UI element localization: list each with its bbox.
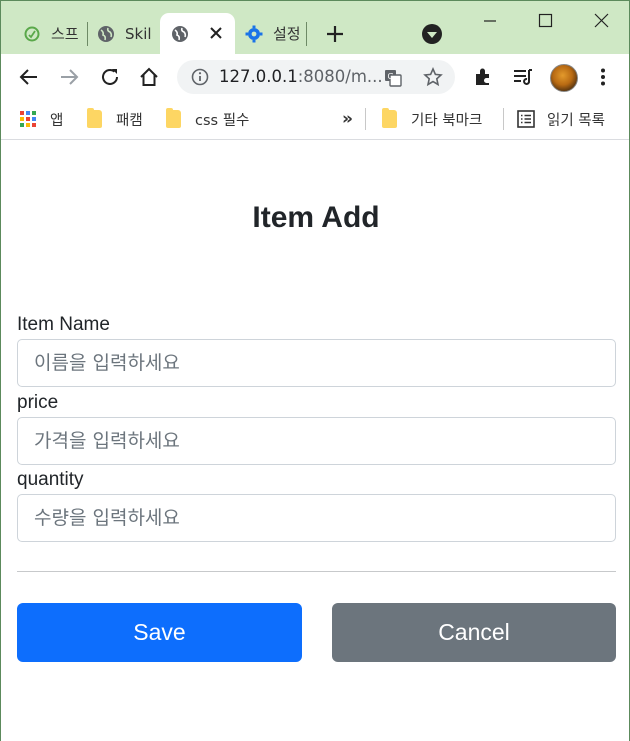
bookmark-folder-fastcampus[interactable]: 패캠 (87, 108, 143, 130)
globe-icon (171, 25, 189, 43)
address-bar[interactable]: 127.0.0.1:8080/m... G (177, 60, 455, 94)
bookmark-label: 기타 북마크 (411, 112, 483, 129)
quantity-label: quantity (17, 469, 84, 490)
url-host: 127.0.0.1 (219, 67, 298, 86)
tab-title: 스프 (51, 25, 79, 43)
page-content: Item Add Item Name price quantity Save C… (1, 141, 629, 741)
site-info-icon[interactable] (191, 68, 209, 86)
tab-divider (306, 22, 307, 46)
new-tab-icon[interactable] (323, 22, 347, 46)
bookmarks-bar: 앱 패캠 css 필수 » 기타 북마크 읽기 목록 (1, 100, 629, 140)
spring-leaf-icon (23, 25, 41, 43)
tab-title: Skil (125, 24, 152, 43)
bookmark-label: 패캠 (116, 112, 143, 129)
bookmark-folder-other[interactable]: 기타 북마크 (382, 108, 482, 130)
bookmark-label: css 필수 (195, 112, 250, 129)
bookmark-label: 읽기 목록 (547, 112, 605, 129)
tab-title: 설정 (273, 25, 301, 43)
url-rest: :8080/m... (297, 67, 383, 86)
folder-icon (382, 108, 397, 128)
page-title: Item Add (252, 201, 380, 234)
globe-icon (97, 25, 115, 43)
browser-window: 스프 Skil 설정 127.0.0.1:8080/m... G 앱 패캠 cs… (0, 0, 630, 741)
reading-list-button[interactable]: 읽기 목록 (517, 108, 605, 130)
tab-current[interactable] (160, 13, 235, 54)
minimize-icon[interactable] (475, 7, 505, 35)
tab-spring[interactable]: 스프 (23, 13, 83, 54)
price-input[interactable] (17, 417, 616, 465)
bookmark-apps[interactable]: 앱 (20, 108, 63, 130)
maximize-icon[interactable] (530, 7, 560, 35)
list-icon (517, 110, 535, 128)
item-name-label: Item Name (17, 314, 110, 335)
extensions-icon[interactable] (470, 64, 496, 90)
bookmark-label: 앱 (50, 112, 64, 129)
tab-strip: 스프 Skil 설정 (1, 1, 629, 54)
back-icon[interactable] (16, 64, 42, 90)
close-window-icon[interactable] (587, 7, 617, 35)
bookmarks-divider (503, 108, 504, 130)
url-text: 127.0.0.1:8080/m... (219, 67, 383, 86)
tab-divider (87, 22, 88, 46)
price-label: price (17, 392, 59, 413)
menu-icon[interactable] (590, 64, 616, 90)
bookmarks-overflow-button[interactable]: » (342, 108, 353, 130)
save-button[interactable]: Save (17, 603, 302, 662)
reload-icon[interactable] (97, 64, 123, 90)
profile-avatar[interactable] (550, 64, 578, 92)
folder-icon (166, 108, 181, 128)
close-tab-icon[interactable] (207, 24, 225, 42)
tab-search-icon[interactable] (422, 24, 442, 44)
translate-icon[interactable]: G (383, 68, 403, 88)
svg-text:G: G (388, 72, 394, 81)
home-icon[interactable] (136, 64, 162, 90)
cancel-button[interactable]: Cancel (332, 603, 616, 662)
tab-skill[interactable]: Skil (97, 13, 153, 54)
browser-toolbar: 127.0.0.1:8080/m... G (1, 54, 629, 100)
bookmarks-divider (365, 108, 366, 130)
form-divider (17, 571, 616, 572)
bookmark-star-icon[interactable] (423, 67, 443, 87)
gear-icon (245, 25, 263, 43)
apps-grid-icon (20, 111, 36, 127)
folder-icon (87, 108, 102, 128)
quantity-input[interactable] (17, 494, 616, 542)
tab-settings[interactable]: 설정 (245, 13, 301, 54)
forward-icon[interactable] (56, 64, 82, 90)
item-name-input[interactable] (17, 339, 616, 387)
bookmark-folder-css[interactable]: css 필수 (166, 108, 249, 130)
reading-list-icon[interactable] (510, 64, 536, 90)
